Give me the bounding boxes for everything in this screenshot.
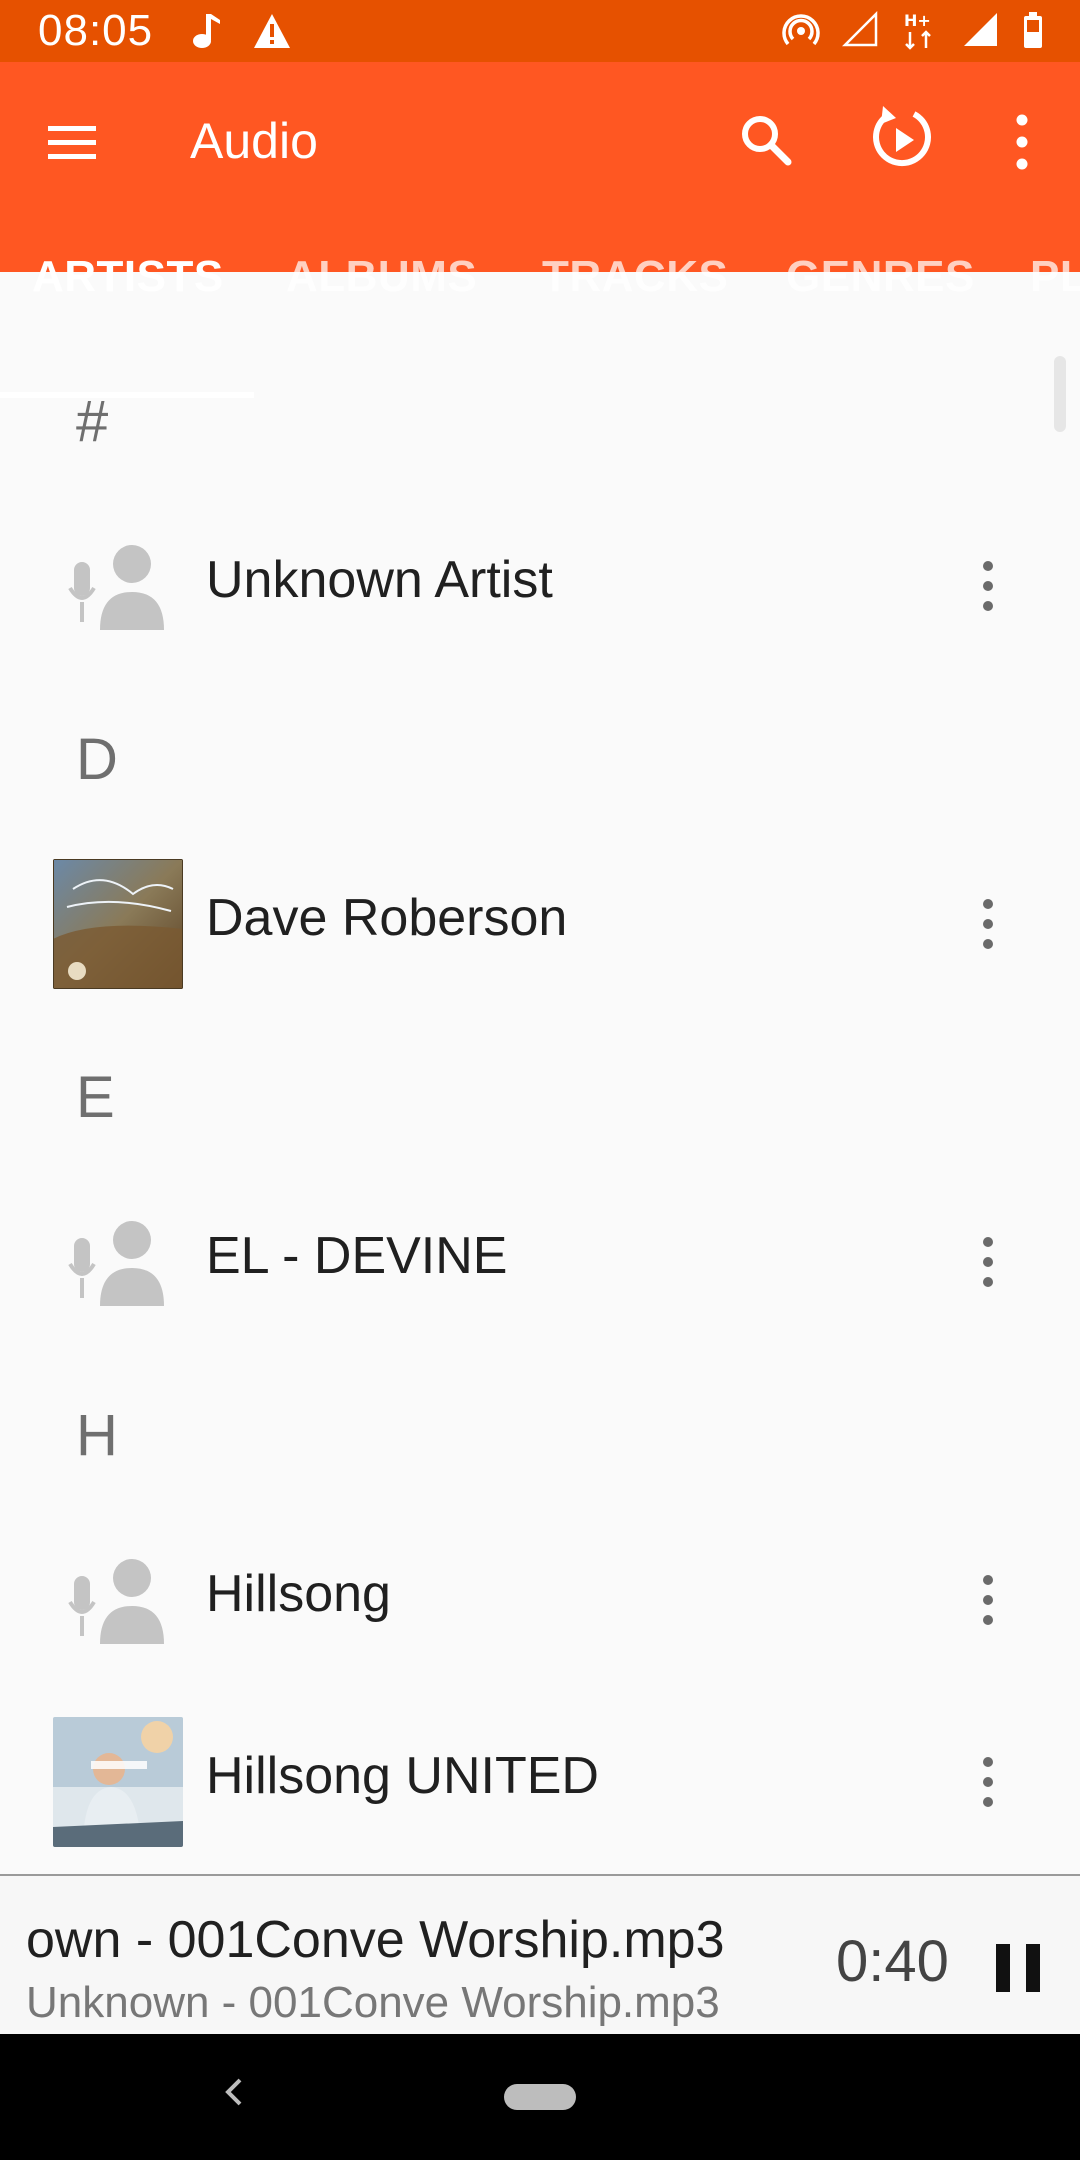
artist-name: EL - DEVINE	[206, 1227, 508, 1285]
list-item[interactable]: EL - DEVINE	[0, 1176, 1080, 1346]
now-playing-title: own - 001Conve Worship.mp3	[26, 1911, 725, 1969]
artist-name: Dave Roberson	[206, 889, 568, 947]
section-header: E	[76, 1065, 115, 1130]
section-header: H	[76, 1403, 118, 1468]
system-nav-bar	[0, 2034, 1080, 2160]
music-note-icon	[193, 14, 220, 48]
tab-bar: ARTISTS ALBUMS TRACKS GENRES PL	[0, 242, 1080, 398]
app-toolbar: Audio ARTISTS ALBUMS TRACKS GENRES PL	[0, 62, 1080, 398]
resume-playback-icon[interactable]	[866, 102, 938, 174]
tab-albums[interactable]: ALBUMS	[286, 252, 477, 302]
svg-text:H+: H+	[904, 11, 931, 30]
menu-icon[interactable]	[44, 114, 100, 170]
playback-time: 0:40	[836, 1929, 949, 1994]
hplus-data-icon: H+	[904, 11, 931, 50]
overflow-menu-icon[interactable]	[1004, 110, 1040, 174]
status-bar: 08:05 H+	[0, 0, 1080, 62]
artist-name: Hillsong UNITED	[206, 1747, 599, 1805]
tab-genres[interactable]: GENRES	[786, 252, 975, 302]
list-item[interactable]: Unknown Artist	[0, 500, 1080, 670]
signal-full-icon	[964, 13, 997, 46]
tab-playlists[interactable]: PL	[1030, 252, 1080, 302]
list-item[interactable]: Dave Roberson	[0, 838, 1080, 1008]
more-options-icon[interactable]	[966, 1572, 1010, 1628]
section-header: D	[76, 727, 118, 792]
list-item[interactable]: Hillsong	[0, 1514, 1080, 1684]
list-item[interactable]: Hillsong UNITED	[0, 1696, 1080, 1866]
signal-empty-icon	[842, 11, 878, 47]
album-art-image	[52, 858, 184, 990]
artist-placeholder-icon	[52, 1534, 184, 1666]
search-icon[interactable]	[734, 108, 800, 174]
now-playing-subtitle: Unknown - 001Conve Worship.mp3	[26, 1978, 720, 2027]
artist-name: Hillsong	[206, 1565, 391, 1623]
more-options-icon[interactable]	[966, 558, 1010, 614]
tab-tracks[interactable]: TRACKS	[542, 252, 728, 302]
artist-list: # Unknown Artist D Dave Roberson E EL - …	[0, 336, 1080, 1876]
pause-icon[interactable]	[994, 1942, 1042, 1994]
page-title: Audio	[190, 113, 318, 169]
more-options-icon[interactable]	[966, 896, 1010, 952]
artist-name: Unknown Artist	[206, 551, 553, 609]
artist-placeholder-icon	[52, 520, 184, 652]
more-options-icon[interactable]	[966, 1754, 1010, 1810]
artist-placeholder-icon	[52, 1196, 184, 1328]
more-options-icon[interactable]	[966, 1234, 1010, 1290]
mini-player[interactable]: own - 001Conve Worship.mp3 Unknown - 001…	[0, 1874, 1080, 2036]
home-pill[interactable]	[504, 2084, 576, 2110]
back-icon[interactable]	[218, 2062, 248, 2122]
status-time: 08:05	[38, 6, 154, 55]
hotspot-icon	[782, 14, 820, 46]
section-header: #	[76, 389, 109, 454]
album-art-image	[52, 1716, 184, 1848]
tab-artists[interactable]: ARTISTS	[32, 252, 224, 302]
battery-icon	[1024, 12, 1042, 48]
warning-icon	[254, 14, 290, 48]
scrollbar[interactable]	[1054, 356, 1066, 432]
